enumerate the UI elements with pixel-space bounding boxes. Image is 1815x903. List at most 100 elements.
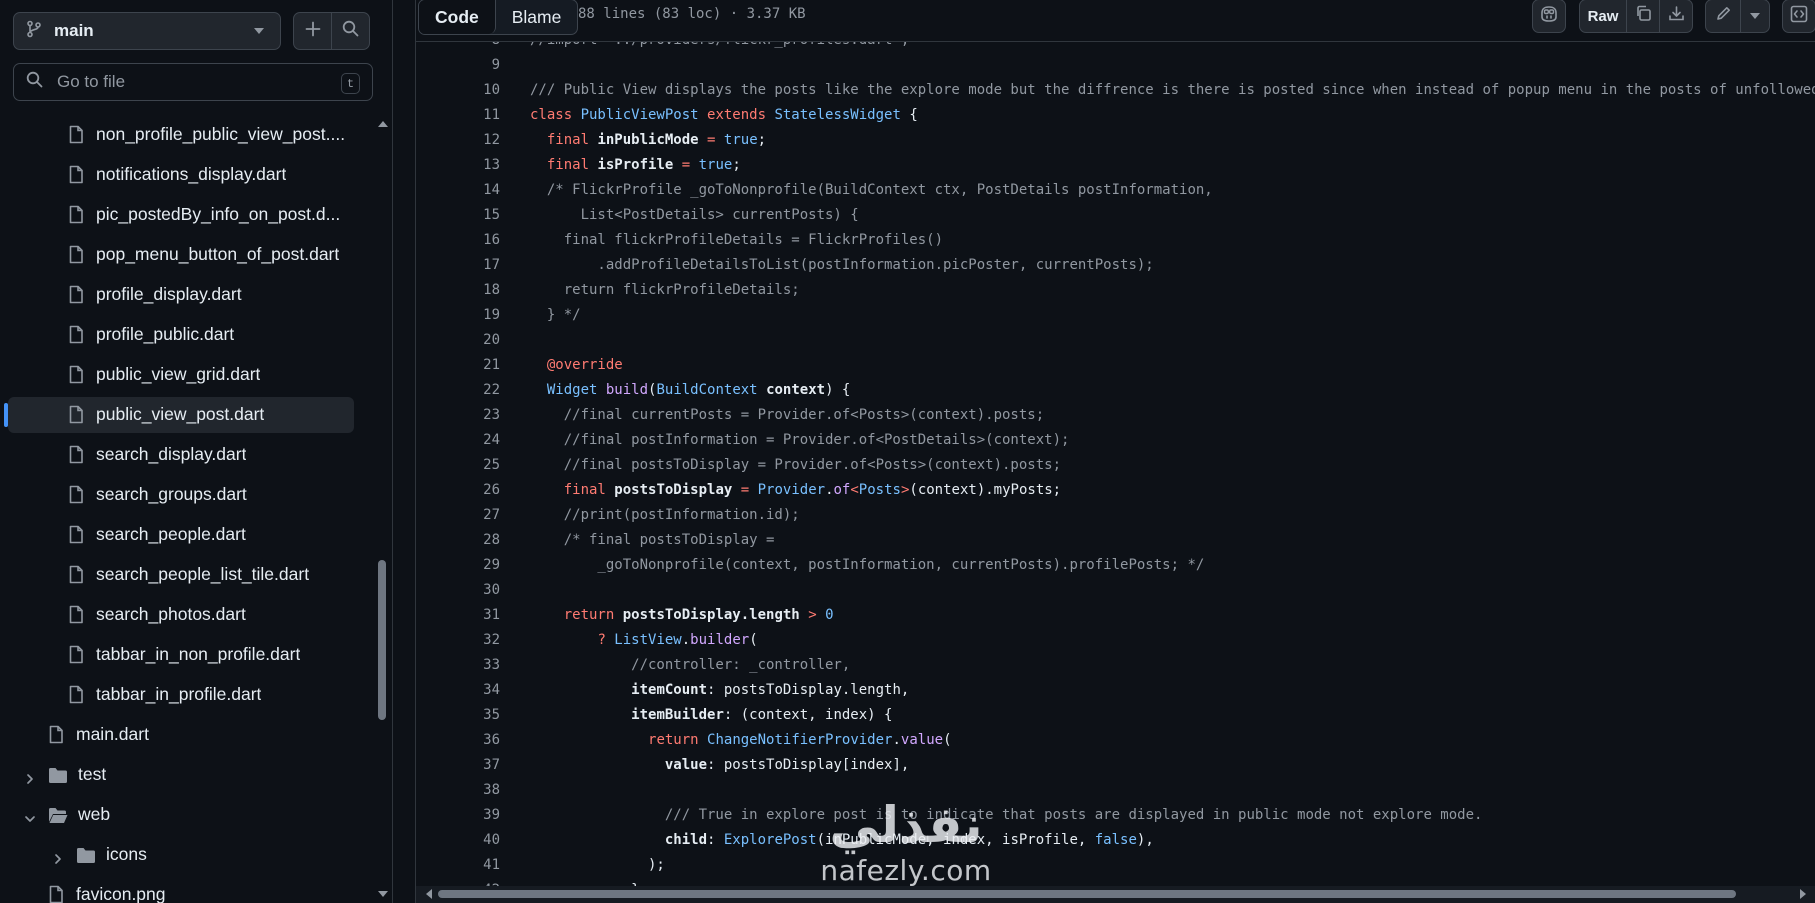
tree-folder[interactable]: icons [8, 837, 354, 873]
code-text: /// Public View displays the posts like … [530, 78, 1815, 103]
tree-file[interactable]: search_photos.dart [8, 597, 354, 633]
blame-tab[interactable]: Blame [496, 0, 578, 34]
scroll-left-arrow-icon[interactable] [426, 889, 432, 899]
code-text: } */ [530, 303, 581, 328]
pencil-icon [1715, 5, 1732, 27]
search-files-button[interactable] [331, 12, 370, 50]
line-number[interactable]: 12 [456, 128, 500, 153]
tree-file[interactable]: search_people_list_tile.dart [8, 557, 354, 593]
sidebar-scrollbar[interactable] [374, 117, 388, 903]
tree-folder[interactable]: web [8, 797, 354, 833]
tree-file[interactable]: favicon.png [8, 877, 354, 903]
code-token: //final currentPosts = Provider.of<Posts… [530, 407, 1045, 423]
tree-file[interactable]: search_people.dart [8, 517, 354, 553]
tree-file[interactable]: search_groups.dart [8, 477, 354, 513]
code-line: 31 return postsToDisplay.length > 0 [416, 603, 1815, 628]
tree-folder[interactable]: test [8, 757, 354, 793]
line-number[interactable]: 36 [456, 728, 500, 753]
line-number[interactable]: 19 [456, 303, 500, 328]
tree-file[interactable]: tabbar_in_non_profile.dart [8, 637, 354, 673]
line-number[interactable]: 8 [456, 42, 500, 53]
tree-file[interactable]: profile_display.dart [8, 277, 354, 313]
line-number[interactable]: 13 [456, 153, 500, 178]
line-number[interactable]: 42 [456, 878, 500, 886]
line-number[interactable]: 30 [456, 578, 500, 603]
line-number[interactable]: 9 [456, 53, 500, 78]
tree-item-label: public_view_post.dart [96, 404, 265, 424]
line-number[interactable]: 21 [456, 353, 500, 378]
code-horizontal-scrollbar-thumb[interactable] [438, 890, 1736, 898]
code-tab[interactable]: Code [419, 0, 496, 34]
line-number[interactable]: 10 [456, 78, 500, 103]
chevron-right-icon[interactable] [52, 849, 64, 870]
tree-file[interactable]: profile_public.dart [8, 317, 354, 353]
copy-raw-button[interactable] [1626, 0, 1660, 33]
line-number[interactable]: 32 [456, 628, 500, 653]
tree-file[interactable]: pic_postedBy_info_on_post.d... [8, 197, 354, 233]
download-button[interactable] [1659, 0, 1693, 33]
line-number[interactable]: 28 [456, 528, 500, 553]
code-token: postsToDisplay [614, 482, 733, 498]
go-to-file-input[interactable] [55, 71, 309, 93]
line-number[interactable]: 22 [456, 378, 500, 403]
add-file-button[interactable] [293, 12, 332, 50]
code-line: 11 class PublicViewPost extends Stateless… [416, 103, 1815, 128]
symbols-panel-button[interactable] [1782, 0, 1815, 33]
tree-file[interactable]: public_view_grid.dart [8, 357, 354, 393]
scroll-down-arrow-icon[interactable] [378, 891, 388, 897]
file-icon [68, 245, 84, 269]
line-number[interactable]: 37 [456, 753, 500, 778]
code-line: 29 _goToNonprofile(context, postInformat… [416, 553, 1815, 578]
code-text: //final currentPosts = Provider.of<Posts… [530, 403, 1044, 428]
branch-selector-button[interactable]: main [13, 12, 281, 50]
line-number[interactable]: 23 [456, 403, 500, 428]
line-number[interactable]: 31 [456, 603, 500, 628]
raw-button[interactable]: Raw [1579, 0, 1627, 33]
line-number[interactable]: 34 [456, 678, 500, 703]
line-number[interactable]: 20 [456, 328, 500, 353]
line-number[interactable]: 26 [456, 478, 500, 503]
copy-icon [1635, 5, 1652, 27]
copilot-icon [1539, 5, 1559, 28]
line-number[interactable]: 16 [456, 228, 500, 253]
line-number[interactable]: 33 [456, 653, 500, 678]
tree-file[interactable]: notifications_display.dart [8, 157, 354, 193]
go-to-file-box[interactable]: t [13, 63, 373, 101]
code-text: return postsToDisplay.length > 0 [530, 603, 834, 628]
tree-file[interactable]: search_display.dart [8, 437, 354, 473]
chevron-right-icon[interactable] [24, 769, 36, 790]
line-number[interactable]: 15 [456, 203, 500, 228]
copilot-button[interactable] [1532, 0, 1566, 33]
line-number[interactable]: 40 [456, 828, 500, 853]
code-horizontal-scrollbar[interactable] [415, 886, 1815, 903]
line-number[interactable]: 18 [456, 278, 500, 303]
code-line: 37 value: postsToDisplay[index], [416, 753, 1815, 778]
line-number[interactable]: 24 [456, 428, 500, 453]
sidebar-scrollbar-thumb[interactable] [378, 560, 386, 720]
scroll-right-arrow-icon[interactable] [1800, 889, 1806, 899]
code-token: context [766, 382, 826, 398]
line-number[interactable]: 27 [456, 503, 500, 528]
tree-file[interactable]: pop_menu_button_of_post.dart [8, 237, 354, 273]
tree-file[interactable]: main.dart [8, 717, 354, 753]
code-line: 8 //import '../providers/flickr_profiles.… [416, 42, 1815, 53]
edit-file-button[interactable] [1705, 0, 1741, 33]
edit-options-button[interactable] [1740, 0, 1770, 33]
line-number[interactable]: 35 [456, 703, 500, 728]
tree-file[interactable]: tabbar_in_profile.dart [8, 677, 354, 713]
line-number[interactable]: 29 [456, 553, 500, 578]
tree-file[interactable]: non_profile_public_view_post.... [8, 117, 354, 153]
scroll-up-arrow-icon[interactable] [378, 121, 388, 127]
tree-item-label: web [78, 804, 111, 824]
tree-file[interactable]: public_view_post.dart [4, 397, 354, 433]
line-number[interactable]: 38 [456, 778, 500, 803]
chevron-down-icon[interactable] [24, 809, 36, 830]
line-number[interactable]: 17 [456, 253, 500, 278]
line-number[interactable]: 11 [456, 103, 500, 128]
line-number[interactable]: 25 [456, 453, 500, 478]
line-number[interactable]: 39 [456, 803, 500, 828]
line-number[interactable]: 14 [456, 178, 500, 203]
line-number[interactable]: 41 [456, 853, 500, 878]
